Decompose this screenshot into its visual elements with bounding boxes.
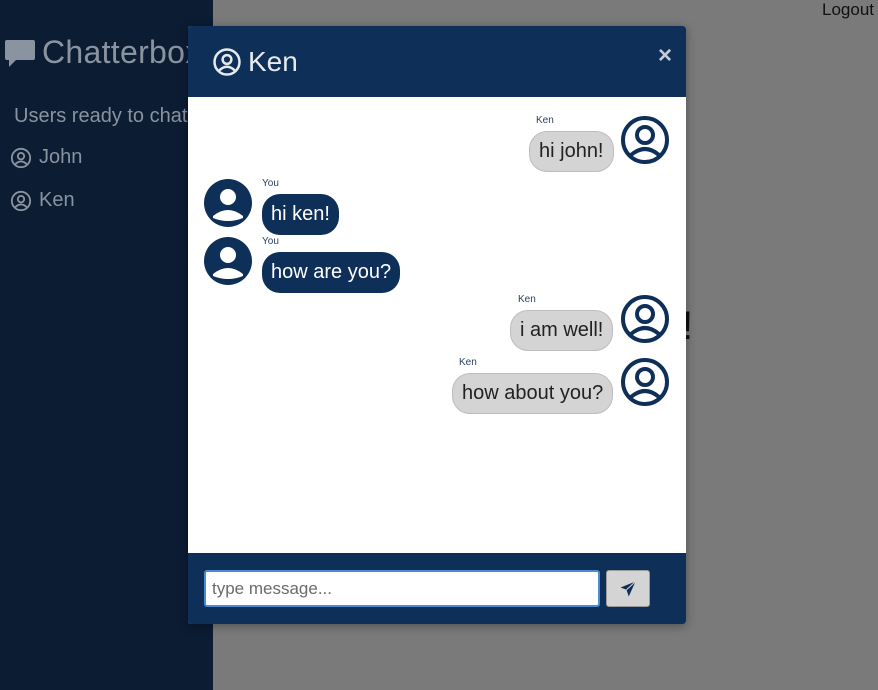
brand-name: Chatterbox bbox=[42, 34, 202, 70]
close-button[interactable]: × bbox=[658, 44, 672, 68]
sidebar-heading: Users ready to chat bbox=[14, 105, 188, 127]
user-avatar-icon bbox=[204, 237, 252, 285]
sidebar: Chatterbox Users ready to chat John Ken bbox=[0, 0, 213, 690]
chat-modal: Ken × Ken hi john! You hi ken! You how a… bbox=[188, 26, 686, 624]
message-bubble: hi john! bbox=[529, 131, 614, 172]
paper-plane-icon bbox=[620, 580, 636, 596]
user-circle-icon bbox=[10, 190, 32, 211]
sidebar-item-label: Ken bbox=[39, 189, 75, 211]
message-sender: You bbox=[262, 236, 279, 247]
sidebar-item-ken[interactable]: Ken bbox=[10, 189, 75, 212]
message-bubble: how about you? bbox=[452, 373, 614, 414]
sidebar-item-john[interactable]: John bbox=[10, 146, 82, 169]
logout-link[interactable]: Logout bbox=[822, 0, 874, 20]
modal-header: Ken × bbox=[188, 26, 686, 97]
message-input[interactable] bbox=[204, 570, 600, 607]
user-avatar-icon bbox=[204, 179, 252, 227]
user-circle-icon bbox=[213, 47, 241, 76]
user-circle-icon bbox=[10, 147, 32, 168]
message-bubble: how are you? bbox=[262, 252, 401, 293]
message-sender: You bbox=[262, 178, 279, 189]
message-sender: Ken bbox=[459, 357, 477, 368]
send-button[interactable] bbox=[606, 570, 650, 607]
message-bubble: i am well! bbox=[510, 310, 614, 351]
message-sender: Ken bbox=[518, 294, 536, 305]
modal-title: Ken bbox=[248, 45, 298, 77]
brand: Chatterbox bbox=[4, 34, 202, 71]
user-circle-icon bbox=[621, 295, 669, 343]
chat-bubble-icon bbox=[5, 39, 35, 67]
sidebar-item-label: John bbox=[39, 146, 83, 168]
user-circle-icon bbox=[621, 116, 669, 164]
message-sender: Ken bbox=[536, 115, 554, 126]
message-composer bbox=[188, 553, 686, 624]
message-list: Ken hi john! You hi ken! You how are you… bbox=[188, 97, 686, 553]
message-bubble: hi ken! bbox=[262, 194, 339, 235]
user-circle-icon bbox=[621, 358, 669, 406]
